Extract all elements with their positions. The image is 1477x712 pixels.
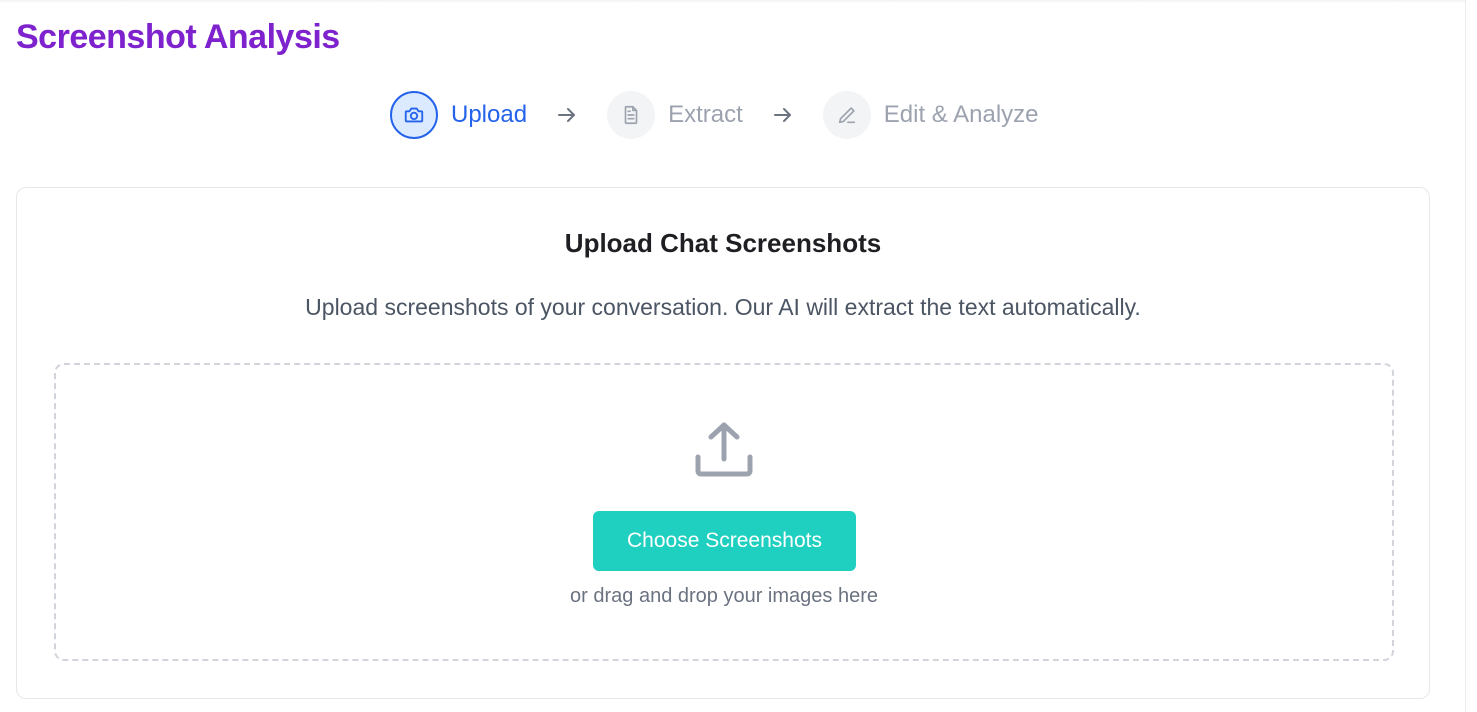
pencil-icon [838, 107, 855, 124]
choose-screenshots-button[interactable]: Choose Screenshots [593, 511, 856, 571]
upload-icon [695, 422, 753, 477]
dropzone[interactable]: Choose Screenshots or drag and drop your… [54, 363, 1394, 661]
scrollbar[interactable] [1465, 0, 1477, 712]
step-extract-label: Extract [668, 101, 743, 128]
step-upload-circle [390, 91, 438, 139]
progress-stepper: Upload Extract Edit & Analyze [390, 90, 1039, 140]
step-extract[interactable]: Extract [607, 91, 743, 139]
step-edit-analyze[interactable]: Edit & Analyze [822, 91, 1039, 139]
page-title: Screenshot Analysis [16, 18, 340, 56]
dropzone-hint: or drag and drop your images here [570, 585, 878, 607]
step-extract-circle [607, 91, 656, 139]
arrow-right-icon [771, 103, 795, 127]
step-edit-analyze-label: Edit & Analyze [883, 101, 1039, 128]
step-upload[interactable]: Upload [390, 91, 527, 139]
arrow-right-icon [555, 103, 579, 127]
upload-card: Upload Chat Screenshots Upload screensho… [16, 187, 1430, 699]
card-subtitle: Upload screenshots of your conversation.… [305, 294, 1141, 320]
top-edge [0, 0, 1465, 3]
step-edit-analyze-circle [822, 91, 871, 139]
step-upload-label: Upload [451, 101, 528, 128]
card-title: Upload Chat Screenshots [564, 228, 882, 258]
camera-icon [404, 107, 424, 123]
document-icon [624, 105, 638, 125]
